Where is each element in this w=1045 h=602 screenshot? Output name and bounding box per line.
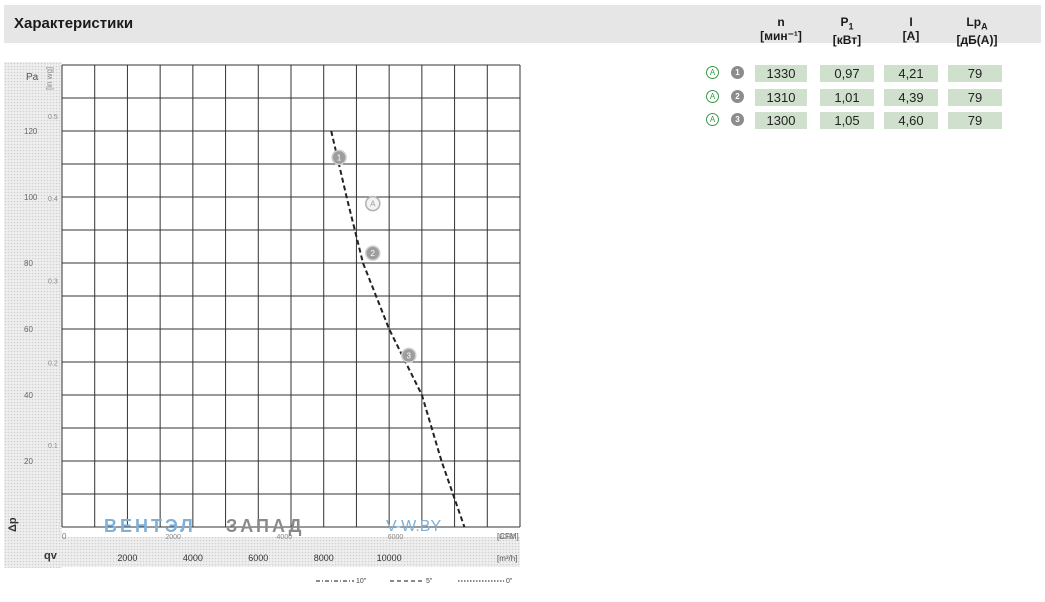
flow-symbol-label: qv: [44, 550, 58, 562]
circle-a-icon: A: [706, 90, 719, 103]
col-head-n-unit: [мин⁻¹]: [760, 29, 802, 43]
col-head-p1-symbol: P1: [840, 15, 854, 32]
y-tick-label-left: 40: [24, 391, 33, 400]
cell-p1: 1,05: [820, 112, 874, 129]
fan-curve-svg: Pa [in wg] Δp qv 0 [CFM] [m³/h] 12010080…: [4, 62, 628, 585]
cell-p1: 0,97: [820, 65, 874, 82]
col-head-p1: P1 [кВт]: [820, 15, 874, 47]
y-tick-label-right: 0.5: [48, 114, 58, 121]
y-tick-label-left: 60: [24, 325, 33, 334]
cell-n: 1300: [755, 112, 807, 129]
legend-label-1: 10": [356, 578, 367, 585]
col-head-i: I [А]: [884, 15, 938, 43]
cell-n: 1310: [755, 89, 807, 106]
watermark-right: V-W.BY: [386, 518, 441, 535]
col-head-lpa-unit: [дБ(A)]: [956, 33, 998, 48]
page-title: Характеристики: [14, 15, 134, 32]
cell-i: 4,60: [884, 112, 938, 129]
y-unit-label: [in wg]: [45, 67, 54, 90]
x-origin-label: 0: [62, 532, 67, 541]
y-tick-label-right: 0.3: [48, 278, 58, 285]
y-tick-label-left: 120: [24, 127, 38, 136]
col-head-n: n [мин⁻¹]: [755, 15, 807, 43]
operating-point-label: 3: [407, 351, 412, 360]
cell-lpa: 79: [948, 65, 1002, 82]
circle-a-icon: A: [706, 113, 719, 126]
watermark-middle: ЗАПАД: [226, 516, 304, 536]
row-number-badge: 3: [731, 113, 744, 126]
x-tick-label-m3h: 8000: [314, 553, 334, 563]
col-head-lpa: LpA [дБ(A)]: [946, 15, 1008, 47]
y-tick-label-left: 100: [24, 193, 38, 202]
cell-lpa: 79: [948, 89, 1002, 106]
cell-i: 4,39: [884, 89, 938, 106]
y-tick-label-left: 20: [24, 457, 33, 466]
fan-curve-chart: Pa [in wg] Δp qv 0 [CFM] [m³/h] 120 100 80…: [4, 62, 628, 597]
cell-lpa: 79: [948, 112, 1002, 129]
delta-p-label: Δp: [7, 517, 19, 532]
x-tick-label-m3h: 10000: [377, 553, 402, 563]
cell-n: 1330: [755, 65, 807, 82]
cell-i: 4,21: [884, 65, 938, 82]
x-unit-bottom-label: [m³/h]: [497, 554, 517, 563]
pressure-symbol-label: Pa: [26, 72, 39, 83]
row-number-badge: 2: [731, 90, 744, 103]
x-tick-label-m3h: 4000: [183, 553, 203, 563]
col-head-i-symbol: I: [909, 15, 913, 29]
cell-p1: 1,01: [820, 89, 874, 106]
col-head-lpa-symbol: LpA: [966, 15, 988, 32]
x-tick-label-cfm: 6000: [388, 534, 404, 541]
col-head-p1-unit: [кВт]: [832, 33, 862, 48]
legend-label-3: 0": [506, 578, 513, 585]
row-number-badge: 1: [731, 66, 744, 79]
y-tick-label-left: 80: [24, 259, 33, 268]
operating-point-label: 1: [337, 153, 342, 162]
x-tick-label-m3h: 2000: [117, 553, 137, 563]
y-tick-label-right: 0.1: [48, 443, 58, 450]
y-axis-strip: [4, 62, 62, 568]
x-tick-label-cfm: 8000: [499, 534, 515, 541]
legend-label-2: 5": [426, 578, 433, 585]
circle-a-icon: A: [706, 66, 719, 79]
col-head-i-unit: [А]: [902, 29, 920, 43]
watermark-left: ВЕНТЭЛ: [104, 516, 196, 536]
operating-point-label: 2: [371, 249, 376, 258]
x-tick-label-m3h: 6000: [248, 553, 268, 563]
col-head-n-symbol: n: [777, 15, 785, 29]
operating-point-label: A: [370, 200, 376, 209]
y-tick-label-right: 0.4: [48, 196, 58, 203]
y-tick-label-right: 0.2: [48, 361, 58, 368]
